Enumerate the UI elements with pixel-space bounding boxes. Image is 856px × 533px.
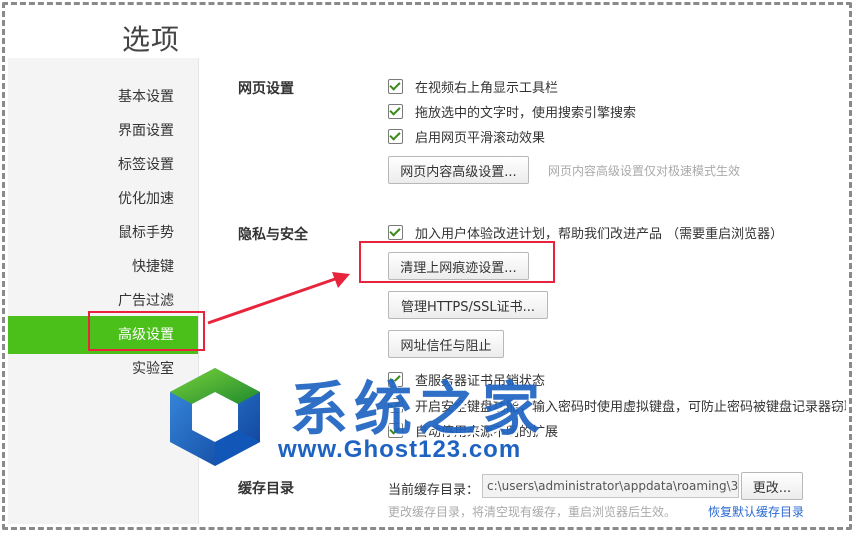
watermark-text-en: www.Ghost123.com	[278, 436, 522, 463]
sidebar-item-advanced[interactable]: 高级设置	[8, 316, 198, 354]
section-title-web: 网页设置	[238, 81, 294, 97]
section-title-privacy: 隐私与安全	[238, 227, 308, 243]
web-advanced-note: 网页内容高级设置仅对极速模式生效	[548, 164, 741, 178]
cache-current-label: 当前缓存目录：	[388, 483, 480, 498]
checkbox[interactable]	[388, 224, 403, 240]
sidebar-item-optimize[interactable]: 优化加速	[8, 182, 198, 216]
option-label: 查服务器证书吊销状态	[415, 373, 546, 389]
option-secure-keyboard[interactable]: 开启安全键盘功能，输入密码时使用虚拟键盘，可防止密码被键盘记录器窃取	[388, 396, 846, 414]
option-video-toolbar[interactable]: 在视频右上角显示工具栏	[388, 77, 559, 96]
option-drag-search[interactable]: 拖放选中的文字时，使用搜索引擎搜索	[388, 102, 637, 121]
sidebar-item-tabs[interactable]: 标签设置	[8, 148, 198, 182]
sidebar-item-basic[interactable]: 基本设置	[8, 80, 198, 114]
option-label: 加入用户体验改进计划，帮助我们改进产品 （需要重启浏览器）	[415, 226, 784, 242]
cache-note: 更改缓存目录，将清空现有缓存，重启浏览器后生效。	[388, 505, 677, 519]
option-cert-revocation[interactable]: 查服务器证书吊销状态	[388, 370, 546, 389]
option-auto-disable-extensions[interactable]: 自动停用来源不明的扩展	[388, 421, 559, 440]
checkbox[interactable]	[388, 422, 403, 438]
checkbox[interactable]	[388, 128, 403, 144]
option-label: 拖放选中的文字时，使用搜索引擎搜索	[415, 105, 637, 121]
url-trust-block-button[interactable]: 网址信任与阻止	[388, 330, 504, 358]
sidebar-item-shortcuts[interactable]: 快捷键	[8, 250, 198, 284]
web-content-advanced-button[interactable]: 网页内容高级设置...	[388, 156, 529, 184]
checkbox[interactable]	[388, 78, 403, 94]
cache-path-input[interactable]: c:\users\administrator\appdata\roaming\3…	[482, 474, 739, 498]
change-cache-button[interactable]: 更改...	[741, 472, 803, 500]
checkbox[interactable]	[388, 103, 403, 119]
option-label: 启用网页平滑滚动效果	[415, 130, 546, 146]
checkbox[interactable]	[388, 371, 403, 387]
sidebar-item-interface[interactable]: 界面设置	[8, 114, 198, 148]
option-label: 在视频右上角显示工具栏	[415, 80, 559, 96]
manage-certificates-button[interactable]: 管理HTTPS/SSL证书...	[388, 291, 548, 319]
checkbox[interactable]	[388, 397, 403, 413]
option-smooth-scroll[interactable]: 启用网页平滑滚动效果	[388, 127, 546, 146]
restore-default-cache-link[interactable]: 恢复默认缓存目录	[708, 503, 804, 520]
section-title-cache: 缓存目录	[238, 481, 294, 497]
annotation-arrow	[207, 272, 350, 325]
option-label: 自动停用来源不明的扩展	[415, 424, 559, 440]
sidebar-item-mouse-gestures[interactable]: 鼠标手势	[8, 216, 198, 250]
sidebar-item-ad-filter[interactable]: 广告过滤	[8, 284, 198, 318]
clear-history-settings-button[interactable]: 清理上网痕迹设置...	[388, 252, 529, 280]
page-title: 选项	[122, 23, 181, 56]
option-label: 开启安全键盘功能，输入密码时使用虚拟键盘，可防止密码被键盘记录器窃取	[415, 399, 846, 415]
sidebar: 基本设置 界面设置 标签设置 优化加速 鼠标手势 快捷键 广告过滤 高级设置 实…	[8, 58, 199, 524]
option-ux-plan[interactable]: 加入用户体验改进计划，帮助我们改进产品 （需要重启浏览器）	[388, 223, 784, 242]
sidebar-item-lab[interactable]: 实验室	[8, 352, 198, 386]
